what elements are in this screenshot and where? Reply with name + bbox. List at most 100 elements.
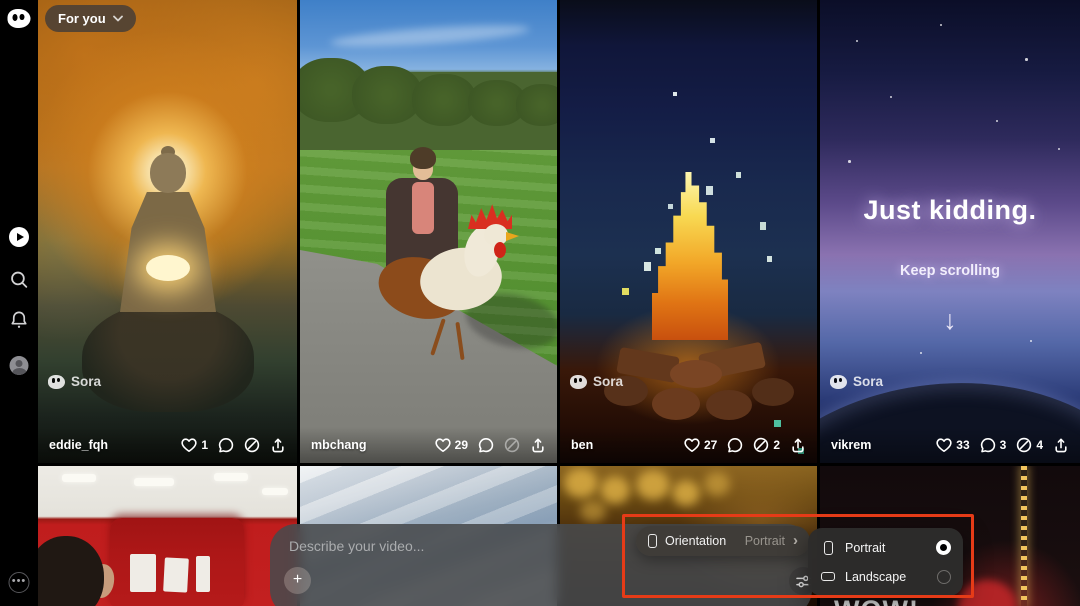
- video-card[interactable]: [38, 466, 297, 606]
- like-count: 1: [201, 438, 208, 452]
- more-menu-icon[interactable]: •••: [9, 572, 30, 593]
- radio-selected[interactable]: [936, 540, 951, 555]
- orientation-submenu: Portrait Landscape: [808, 528, 963, 596]
- heart-icon: [435, 437, 451, 453]
- video-thumbnail: [560, 0, 817, 463]
- like-button[interactable]: 29: [435, 437, 468, 453]
- like-button[interactable]: 27: [684, 437, 717, 453]
- phone-portrait-icon: [648, 534, 657, 548]
- option-label: Portrait: [845, 541, 885, 555]
- chevron-right-icon: ›: [793, 533, 798, 548]
- sora-logo-icon[interactable]: [8, 9, 31, 28]
- sora-watermark: Sora: [570, 374, 623, 389]
- video-card[interactable]: Sora eddie_fqh 1: [38, 0, 297, 463]
- username[interactable]: ben: [571, 438, 593, 452]
- heart-icon: [936, 437, 952, 453]
- prompt-input-placeholder[interactable]: Describe your video...: [289, 538, 424, 554]
- sora-watermark: Sora: [48, 374, 101, 389]
- watermark-label: Sora: [71, 374, 101, 389]
- search-icon[interactable]: [9, 269, 30, 290]
- watermark-label: Sora: [593, 374, 623, 389]
- clipped-overlay-text: WOW!: [834, 595, 919, 606]
- orientation-menu-item[interactable]: Orientation Portrait ›: [636, 526, 810, 556]
- sora-logo-icon: [48, 375, 65, 389]
- video-thumbnail: [38, 466, 297, 606]
- watermark-label: Sora: [853, 374, 883, 389]
- share-button[interactable]: [270, 437, 286, 453]
- share-icon: [530, 437, 546, 453]
- like-count: 27: [704, 438, 717, 452]
- remix-count: 2: [773, 438, 780, 452]
- comment-button[interactable]: [218, 437, 234, 453]
- notifications-icon[interactable]: [9, 309, 30, 330]
- profile-avatar[interactable]: [10, 356, 29, 375]
- option-portrait[interactable]: Portrait: [808, 533, 963, 562]
- remix-button[interactable]: [244, 437, 260, 453]
- video-card[interactable]: Sora ben 27 2: [560, 0, 817, 463]
- sora-app: Sora eddie_fqh 1: [0, 0, 1080, 606]
- comment-button[interactable]: 3: [980, 437, 1007, 453]
- feed-selector[interactable]: For you: [45, 5, 136, 32]
- remix-count: 4: [1036, 438, 1043, 452]
- video-card[interactable]: mbchang 29: [300, 0, 557, 463]
- card-meta-bar: mbchang 29: [300, 427, 557, 463]
- username[interactable]: vikrem: [831, 438, 871, 452]
- option-label: Landscape: [845, 570, 906, 584]
- down-arrow-glyph: ↓: [820, 305, 1080, 336]
- card-stats: 1: [181, 437, 286, 453]
- heart-icon: [684, 437, 700, 453]
- feed-icon[interactable]: [9, 227, 29, 247]
- comment-button[interactable]: [727, 437, 743, 453]
- video-thumbnail: Just kidding. Keep scrolling ↓: [820, 0, 1080, 463]
- share-icon: [1053, 437, 1069, 453]
- share-button[interactable]: [1053, 437, 1069, 453]
- string-lights: [1021, 466, 1027, 606]
- video-thumbnail: [38, 0, 297, 463]
- feed-selector-label: For you: [58, 11, 106, 26]
- comment-icon: [218, 437, 234, 453]
- video-card[interactable]: Just kidding. Keep scrolling ↓ Sora vikr…: [820, 0, 1080, 463]
- sora-watermark: Sora: [830, 374, 883, 389]
- sidebar: •••: [0, 0, 38, 606]
- card-meta-bar: vikrem 33 3 4: [820, 427, 1080, 463]
- option-landscape[interactable]: Landscape: [808, 562, 963, 591]
- comment-count: 3: [1000, 438, 1007, 452]
- sora-logo-icon: [570, 375, 587, 389]
- card-meta-bar: eddie_fqh 1: [38, 427, 297, 463]
- card-stats: 33 3 4: [936, 437, 1069, 453]
- add-attachment-button[interactable]: +: [284, 567, 311, 594]
- remix-icon: [1016, 437, 1032, 453]
- comment-icon: [727, 437, 743, 453]
- share-button[interactable]: [790, 437, 806, 453]
- comment-icon: [478, 437, 494, 453]
- share-button[interactable]: [530, 437, 546, 453]
- username[interactable]: eddie_fqh: [49, 438, 108, 452]
- remix-button[interactable]: [504, 437, 520, 453]
- remix-icon: [244, 437, 260, 453]
- video-thumbnail: [300, 0, 557, 463]
- remix-button[interactable]: 2: [753, 437, 780, 453]
- landscape-icon: [821, 572, 835, 581]
- remix-button[interactable]: 4: [1016, 437, 1043, 453]
- comment-button[interactable]: [478, 437, 494, 453]
- video-overlay-title: Just kidding.: [820, 195, 1080, 226]
- like-button[interactable]: 1: [181, 437, 208, 453]
- heart-icon: [181, 437, 197, 453]
- radio-unselected[interactable]: [937, 570, 951, 584]
- video-overlay-subtitle: Keep scrolling: [820, 263, 1080, 279]
- card-stats: 27 2: [684, 437, 806, 453]
- phone-portrait-icon: [824, 541, 833, 555]
- card-meta-bar: ben 27 2: [560, 427, 817, 463]
- like-button[interactable]: 33: [936, 437, 969, 453]
- like-count: 33: [956, 438, 969, 452]
- video-feed-grid: Sora eddie_fqh 1: [38, 0, 1080, 606]
- orientation-label: Orientation: [665, 534, 726, 548]
- chevron-down-icon: [113, 15, 123, 22]
- share-icon: [270, 437, 286, 453]
- username[interactable]: mbchang: [311, 438, 367, 452]
- share-icon: [790, 437, 806, 453]
- like-count: 29: [455, 438, 468, 452]
- remix-icon: [504, 437, 520, 453]
- card-stats: 29: [435, 437, 546, 453]
- comment-icon: [980, 437, 996, 453]
